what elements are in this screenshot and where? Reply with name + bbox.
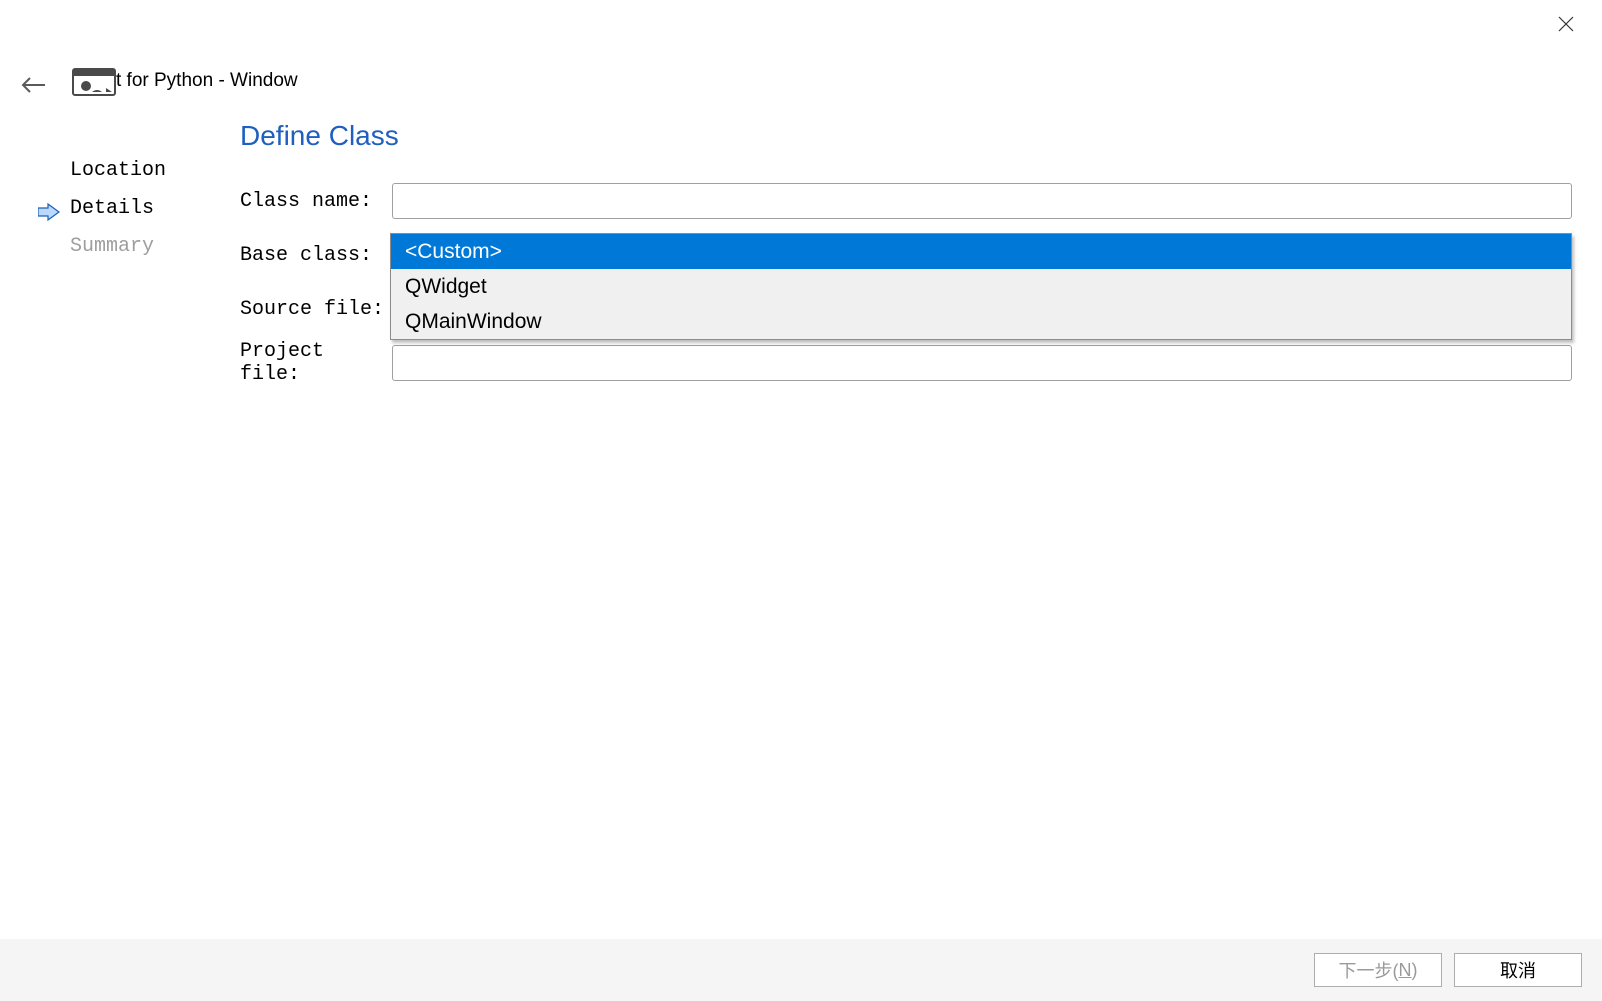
sidebar-item-label: Details — [70, 197, 154, 220]
next-button-suffix: ) — [1412, 960, 1418, 981]
label-base-class: Base class: — [240, 244, 392, 267]
sidebar-item-label: Location — [70, 159, 166, 182]
input-class-name[interactable] — [392, 183, 1572, 219]
close-button[interactable] — [1556, 14, 1576, 34]
label-project-file: Project file: — [240, 340, 392, 386]
next-button-key: N — [1399, 960, 1412, 981]
dropdown-option-custom[interactable]: <Custom> — [391, 234, 1571, 269]
row-class-name: Class name: — [240, 182, 1572, 220]
page-title: Define Class — [240, 120, 1572, 152]
label-class-name: Class name: — [240, 190, 392, 213]
label-source-file: Source file: — [240, 298, 392, 321]
close-icon — [1558, 16, 1574, 32]
sidebar-item-details[interactable]: Details — [70, 190, 220, 228]
row-project-file: Project file: — [240, 344, 1572, 382]
next-button-prefix: 下一步( — [1339, 957, 1399, 983]
sidebar-item-location[interactable]: Location — [70, 152, 220, 190]
dropdown-option-qmainwindow[interactable]: QMainWindow — [391, 304, 1571, 339]
back-button[interactable] — [18, 70, 48, 100]
sidebar-item-summary: Summary — [70, 228, 220, 266]
dropdown-list: <Custom> QWidget QMainWindow — [390, 233, 1572, 340]
input-project-file[interactable] — [392, 345, 1572, 381]
sidebar-item-label: Summary — [70, 235, 154, 258]
next-button[interactable]: 下一步(N) — [1314, 953, 1442, 987]
current-step-indicator-icon — [38, 198, 60, 216]
footer-bar: 下一步(N) 取消 — [0, 939, 1602, 1001]
wizard-title: t for Python - Window — [116, 70, 298, 92]
arrow-left-icon — [20, 75, 46, 95]
base-class-dropdown[interactable]: <Custom> QWidget QMainWindow — [390, 233, 1572, 340]
cancel-button[interactable]: 取消 — [1454, 953, 1582, 987]
wizard-steps-sidebar: Location Details Summary — [70, 152, 220, 266]
app-icon — [70, 66, 118, 98]
dropdown-option-qwidget[interactable]: QWidget — [391, 269, 1571, 304]
